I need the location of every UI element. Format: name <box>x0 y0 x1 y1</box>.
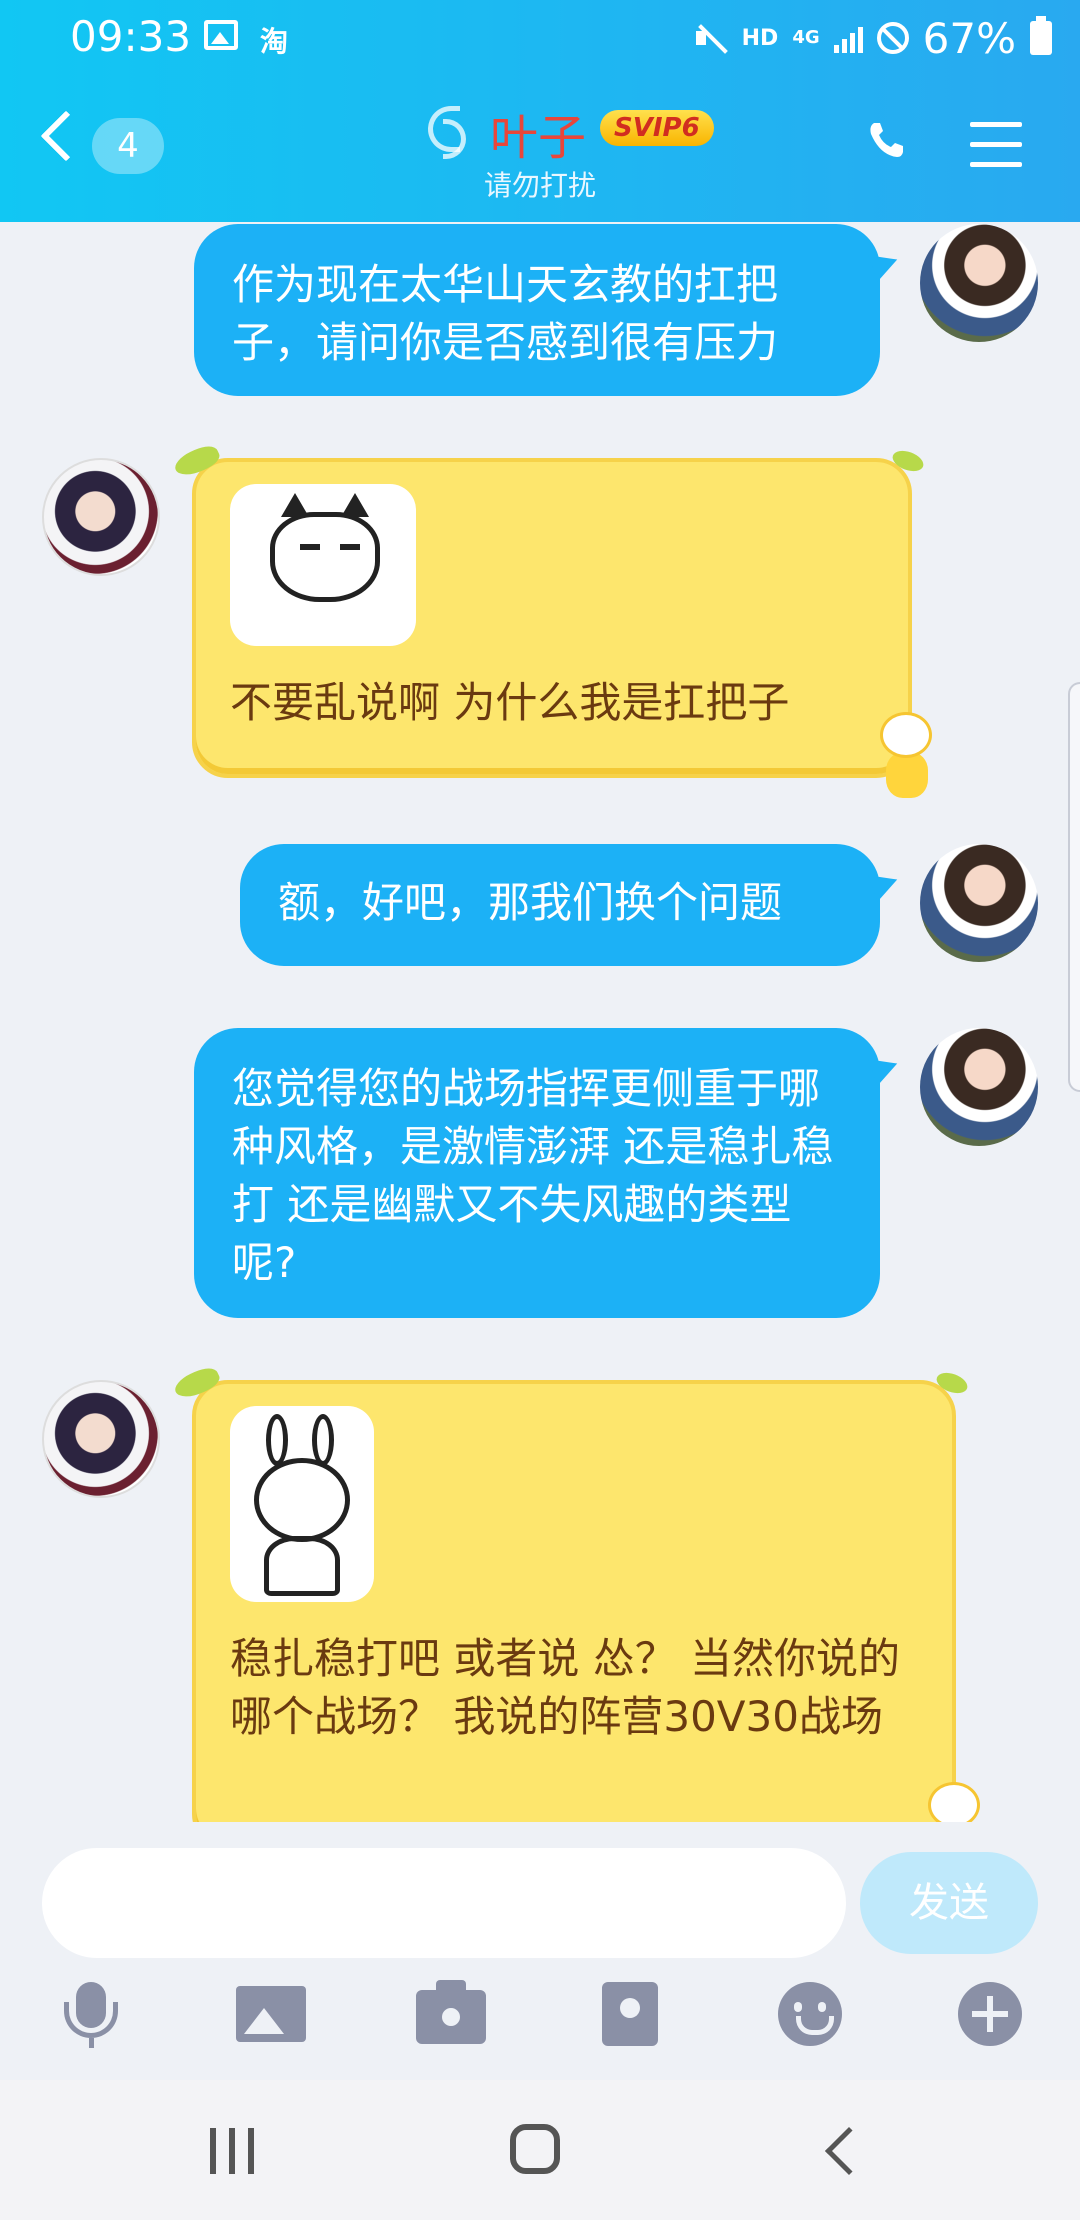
contact-name[interactable]: 叶子 <box>490 98 586 168</box>
my-avatar[interactable] <box>920 844 1038 962</box>
vip-badge: SVIP6 <box>600 110 714 146</box>
message-input[interactable] <box>42 1848 846 1958</box>
my-avatar[interactable] <box>920 1028 1038 1146</box>
chat-header: 09:33 淘 HD 4G 67% 4 叶子 SVIP6 请勿打扰 <box>0 0 1080 222</box>
camera-icon[interactable] <box>416 1980 486 2044</box>
message-text: 稳扎稳打吧 或者说 怂？ 当然你说的哪个战场？ 我说的阵营30V30战场 <box>230 1634 901 1741</box>
battery-icon <box>1030 16 1052 55</box>
mute-icon <box>694 21 728 55</box>
message-text: 额，好吧，那我们换个问题 <box>278 878 783 927</box>
rabbit-sticker[interactable] <box>230 1406 374 1602</box>
bubble-mascot-icon <box>876 712 936 800</box>
emoji-icon[interactable] <box>778 1982 842 2046</box>
message-text: 作为现在太华山天玄教的扛把子，请问你是否感到很有压力 <box>232 260 779 367</box>
unread-count-badge[interactable]: 4 <box>92 118 164 174</box>
plus-icon[interactable] <box>958 1982 1022 2046</box>
mic-icon[interactable] <box>56 1978 126 2048</box>
status-bar: 09:33 淘 HD 4G 67% <box>0 0 1080 76</box>
message-bubble-sent[interactable]: 作为现在太华山天玄教的扛把子，请问你是否感到很有压力 <box>194 224 880 396</box>
battery-percent: 67% <box>922 13 1016 63</box>
composer-bar: 发送 <box>0 1822 1080 2080</box>
ear-icon[interactable] <box>428 106 466 159</box>
scroll-indicator[interactable] <box>1068 682 1080 1092</box>
back-icon[interactable] <box>40 110 92 162</box>
menu-icon[interactable] <box>970 122 1022 182</box>
message-list[interactable]: 作为现在太华山天玄教的扛把子，请问你是否感到很有压力 不要乱说啊 为什么我是扛把… <box>0 222 1080 1822</box>
contact-avatar[interactable] <box>42 1380 160 1498</box>
system-nav-bar <box>0 2080 1080 2220</box>
home-icon[interactable] <box>510 2124 560 2174</box>
contact-avatar[interactable] <box>42 458 160 576</box>
send-button[interactable]: 发送 <box>860 1852 1038 1954</box>
status-time: 09:33 <box>70 12 192 61</box>
message-bubble-sent[interactable]: 额，好吧，那我们换个问题 <box>240 844 880 966</box>
message-bubble-received[interactable]: 不要乱说啊 为什么我是扛把子 <box>192 458 912 778</box>
my-avatar[interactable] <box>920 224 1038 342</box>
gallery-notification-icon <box>204 20 238 50</box>
red-packet-icon[interactable] <box>602 1982 658 2046</box>
taobao-notification-icon: 淘 <box>260 25 289 58</box>
cat-sticker[interactable] <box>230 484 416 646</box>
message-text: 不要乱说啊 为什么我是扛把子 <box>230 678 790 727</box>
phone-icon[interactable] <box>866 120 906 160</box>
status-right: HD 4G 67% <box>694 13 1052 63</box>
recent-apps-icon[interactable] <box>210 2128 254 2174</box>
bubble-mascot-icon <box>924 1782 984 1822</box>
message-bubble-sent[interactable]: 您觉得您的战场指挥更侧重于哪种风格，是激情澎湃 还是稳扎稳打 还是幽默又不失风趣… <box>194 1028 880 1318</box>
image-icon[interactable] <box>236 1986 306 2042</box>
hd-indicator: HD <box>741 25 779 51</box>
network-type: 4G <box>792 27 820 48</box>
do-not-disturb-icon <box>876 22 909 54</box>
nav-back-icon[interactable] <box>824 2126 874 2176</box>
contact-status: 请勿打扰 <box>484 169 597 202</box>
message-text: 您觉得您的战场指挥更侧重于哪种风格，是激情澎湃 还是稳扎稳打 还是幽默又不失风趣… <box>232 1064 834 1287</box>
signal-icon <box>833 23 863 53</box>
message-bubble-received[interactable]: 稳扎稳打吧 或者说 怂？ 当然你说的哪个战场？ 我说的阵营30V30战场 <box>192 1380 956 1822</box>
